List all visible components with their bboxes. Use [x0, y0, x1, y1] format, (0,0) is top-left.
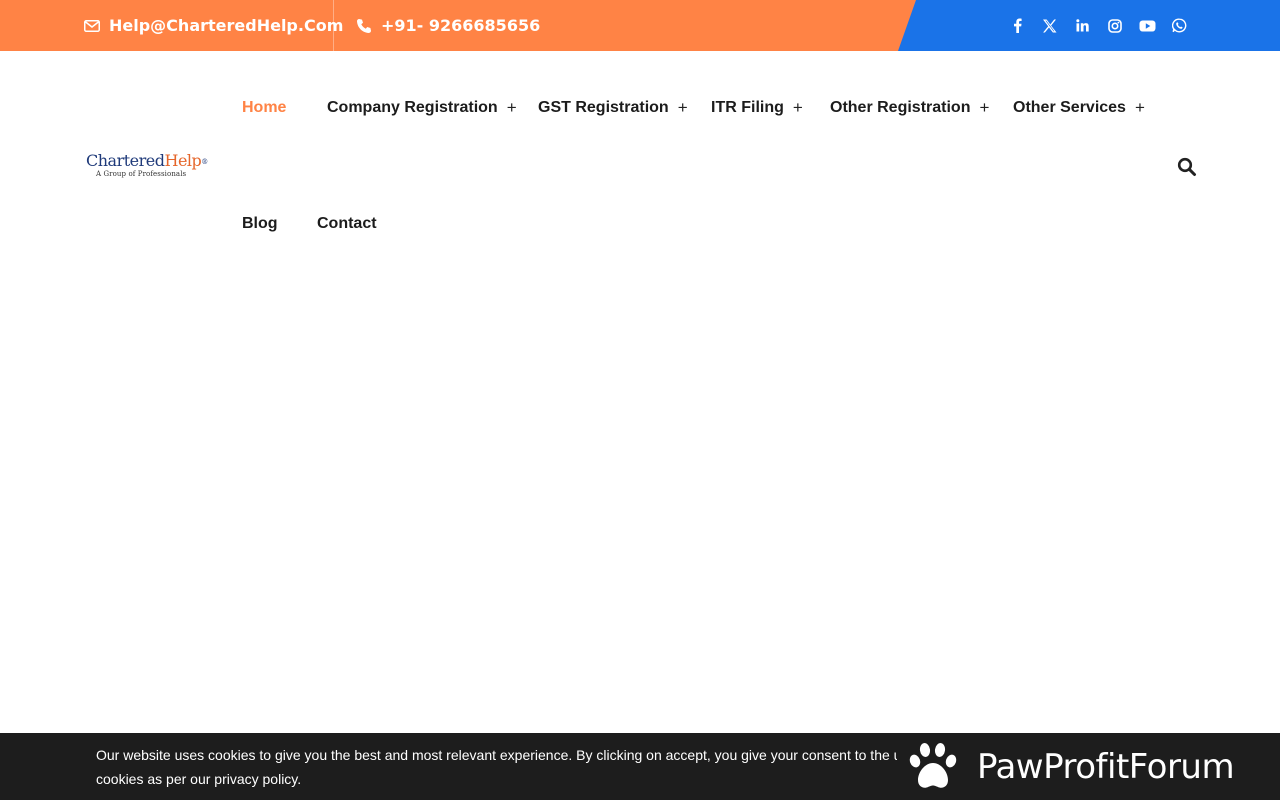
contact-divider [333, 0, 334, 51]
nav-item-label: ITR Filing [711, 99, 784, 116]
nav-item-label: GST Registration [538, 99, 669, 116]
nav-item-contact[interactable]: Contact [317, 212, 377, 236]
top-bar: Help@CharteredHelp.Com +91- 9266685656 [0, 0, 1280, 51]
social-links [1001, 0, 1196, 51]
expand-plus-icon: + [506, 98, 517, 117]
nav-item-company-registration[interactable]: Company Registration + [327, 96, 517, 120]
x-twitter-icon[interactable] [1034, 14, 1067, 38]
phone-text: +91- 9266685656 [381, 16, 541, 35]
cookie-message-line-2: cookies as per our privacy policy. [96, 771, 302, 787]
expand-plus-icon: + [979, 98, 990, 117]
email-link[interactable]: Help@CharteredHelp.Com [84, 0, 343, 51]
nav-item-home[interactable]: Home [242, 96, 286, 120]
site-logo[interactable]: CharteredHelp® A Group of Professionals [86, 151, 208, 180]
email-text: Help@CharteredHelp.Com [109, 16, 344, 35]
nav-item-label: Other Services [1013, 99, 1126, 116]
linkedin-icon[interactable] [1066, 14, 1099, 38]
nav-item-blog[interactable]: Blog [242, 212, 278, 236]
envelope-icon [84, 19, 100, 32]
nav-item-label: Home [242, 99, 287, 116]
nav-item-gst-registration[interactable]: GST Registration + [538, 96, 688, 120]
nav-item-other-services[interactable]: Other Services + [1013, 96, 1145, 120]
youtube-icon[interactable] [1131, 14, 1164, 38]
paw-icon [909, 742, 957, 788]
nav-item-other-registration[interactable]: Other Registration + [830, 96, 989, 120]
logo-wordmark: CharteredHelp® [86, 151, 208, 170]
instagram-icon[interactable] [1099, 14, 1132, 38]
search-button[interactable] [1177, 157, 1197, 177]
forum-watermark-badge: PawProfitForum [897, 733, 1280, 800]
page: Help@CharteredHelp.Com +91- 9266685656 C… [0, 0, 1280, 800]
nav-item-label: Contact [317, 215, 377, 232]
nav-item-label: Other Registration [830, 99, 971, 116]
cookie-message-line-1: Our website uses cookies to give you the… [96, 747, 902, 763]
nav-item-label: Blog [242, 215, 278, 232]
expand-plus-icon: + [677, 98, 688, 117]
logo-part-1: Chartered [86, 151, 165, 170]
logo-registered-mark: ® [201, 158, 208, 166]
expand-plus-icon: + [792, 98, 803, 117]
cookie-message: Our website uses cookies to give you the… [96, 743, 916, 791]
logo-part-2: Help [164, 151, 202, 170]
facebook-icon[interactable] [1001, 14, 1034, 38]
forum-name: PawProfitForum [977, 746, 1235, 787]
phone-icon [357, 18, 371, 33]
phone-link[interactable]: +91- 9266685656 [356, 0, 540, 51]
logo-tagline: A Group of Professionals [96, 170, 187, 178]
nav-item-itr-filing[interactable]: ITR Filing + [711, 96, 803, 120]
whatsapp-icon[interactable] [1164, 14, 1197, 38]
nav-item-label: Company Registration [327, 99, 498, 116]
expand-plus-icon: + [1134, 98, 1145, 117]
search-icon [1177, 157, 1196, 176]
